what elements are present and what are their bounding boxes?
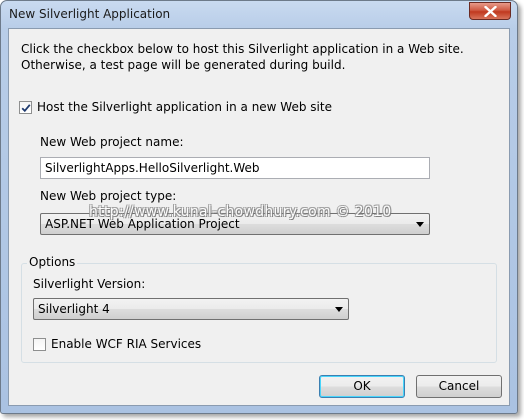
chevron-down-icon bbox=[416, 222, 424, 227]
close-icon bbox=[484, 6, 497, 17]
wcf-ria-services-checkbox-row[interactable]: Enable WCF RIA Services bbox=[33, 336, 201, 352]
chevron-down-icon bbox=[335, 307, 343, 312]
options-legend: Options bbox=[27, 255, 78, 269]
ok-button[interactable]: OK bbox=[319, 375, 405, 398]
title-bar[interactable]: New Silverlight Application bbox=[1, 1, 517, 27]
host-in-website-checkbox-row[interactable]: Host the Silverlight application in a ne… bbox=[19, 99, 332, 115]
host-in-website-label: Host the Silverlight application in a ne… bbox=[37, 100, 332, 114]
close-button[interactable] bbox=[469, 2, 511, 20]
checkmark-icon bbox=[21, 103, 31, 112]
dialog-window: New Silverlight Application Click the ch… bbox=[0, 0, 518, 414]
silverlight-version-value: Silverlight 4 bbox=[38, 302, 110, 316]
web-project-type-label: New Web project type: bbox=[40, 189, 177, 203]
web-project-name-input[interactable]: SilverlightApps.HelloSilverlight.Web bbox=[40, 157, 430, 179]
silverlight-version-label: Silverlight Version: bbox=[33, 277, 146, 291]
web-project-name-label: New Web project name: bbox=[40, 135, 184, 149]
window-title: New Silverlight Application bbox=[9, 7, 171, 21]
silverlight-version-dropdown[interactable]: Silverlight 4 bbox=[33, 298, 349, 320]
wcf-ria-services-label: Enable WCF RIA Services bbox=[51, 337, 202, 351]
cancel-button[interactable]: Cancel bbox=[416, 375, 502, 398]
dialog-content: Click the checkbox below to host this Si… bbox=[8, 28, 510, 406]
watermark-text: http://www.kunal-chowdhury.com © 2010 bbox=[89, 204, 392, 220]
host-in-website-checkbox[interactable] bbox=[19, 100, 32, 114]
wcf-ria-services-checkbox[interactable] bbox=[33, 337, 46, 351]
intro-text: Click the checkbox below to host this Si… bbox=[21, 42, 464, 72]
